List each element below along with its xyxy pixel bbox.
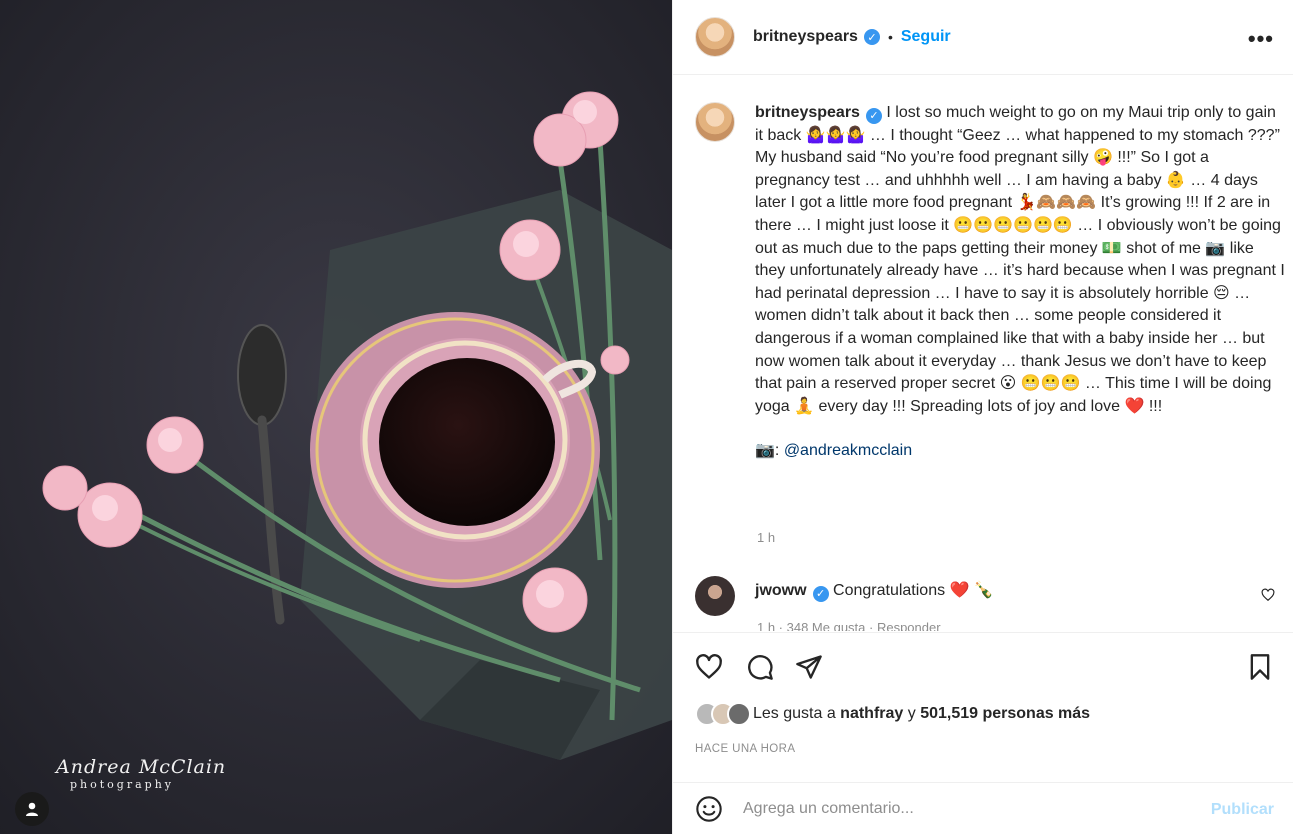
likes-count[interactable]: 501,519 personas más xyxy=(920,705,1090,722)
commenter-verified-icon: ✓ xyxy=(812,585,829,602)
action-bar xyxy=(673,632,1293,702)
caption-body: britneyspears ✓ I lost so much weight to … xyxy=(755,102,1285,463)
comment-item: jwoww ✓ Congratulations ❤️ 🍾 xyxy=(695,576,1275,616)
credit-mention-link[interactable]: @andreakmcclain xyxy=(784,442,912,459)
likes-summary[interactable]: Les gusta a nathfray y 501,519 personas … xyxy=(695,702,1090,726)
header-separator: • xyxy=(887,29,893,45)
likers-avatars xyxy=(695,702,751,726)
comment-meta: 1 h · 348 Me gusta · Responder xyxy=(757,620,941,631)
commenter-username[interactable]: jwoww xyxy=(755,582,807,599)
caption-avatar[interactable] xyxy=(695,102,735,142)
comment-icon[interactable] xyxy=(746,653,774,681)
credit-prefix: 📷: xyxy=(755,442,784,460)
likes-middle: y xyxy=(903,705,921,722)
post-panel: britneyspears ✓ • Seguir ••• britneyspea… xyxy=(672,0,1293,834)
likes-prefix: Les gusta a xyxy=(753,705,841,722)
caption-verified-icon: ✓ xyxy=(865,108,882,125)
more-options-icon[interactable]: ••• xyxy=(1248,26,1274,52)
post-photo[interactable]: Andrea McClain photography xyxy=(0,0,672,834)
photo-credit: 📷: @andreakmcclain xyxy=(755,440,1285,463)
comment-text: Congratulations ❤️ 🍾 xyxy=(833,582,994,599)
author-avatar[interactable] xyxy=(695,17,735,57)
bookmark-icon[interactable] xyxy=(1246,653,1274,681)
post-header: britneyspears ✓ • Seguir ••• xyxy=(673,0,1293,75)
caption-time[interactable]: 1 h xyxy=(757,530,775,545)
liker-avatar xyxy=(727,702,751,726)
heart-icon[interactable] xyxy=(695,653,723,681)
paper-plane-icon[interactable] xyxy=(795,653,823,681)
liker-username[interactable]: nathfray xyxy=(840,705,903,722)
user-icon xyxy=(26,802,38,816)
commenter-avatar[interactable] xyxy=(695,576,735,616)
smiley-icon[interactable] xyxy=(695,795,723,823)
publish-button[interactable]: Publicar xyxy=(1211,801,1274,819)
caption: britneyspears ✓ I lost so much weight to … xyxy=(695,102,1285,463)
photographer-watermark: Andrea McClain photography xyxy=(56,756,226,791)
comment-body: jwoww ✓ Congratulations ❤️ 🍾 xyxy=(755,580,994,602)
caption-text: I lost so much weight to go on my Maui t… xyxy=(755,104,1285,415)
post-image xyxy=(0,0,672,834)
follow-button[interactable]: Seguir xyxy=(901,28,951,46)
verified-badge-icon: ✓ xyxy=(863,29,880,45)
comment-input[interactable] xyxy=(743,799,1183,818)
add-comment-bar: Publicar xyxy=(673,782,1293,834)
comment-like-heart-icon[interactable] xyxy=(1261,588,1275,602)
tagged-users-button[interactable] xyxy=(15,792,49,826)
author-username[interactable]: britneyspears xyxy=(753,28,858,46)
watermark-main: Andrea McClain xyxy=(56,756,227,778)
watermark-sub: photography xyxy=(70,778,174,791)
caption-username[interactable]: britneyspears xyxy=(755,104,860,121)
likes-text: Les gusta a nathfray y 501,519 personas … xyxy=(753,705,1090,723)
post-timestamp[interactable]: HACE UNA HORA xyxy=(695,743,795,755)
comments-list[interactable]: britneyspears ✓ I lost so much weight to … xyxy=(673,76,1293,631)
